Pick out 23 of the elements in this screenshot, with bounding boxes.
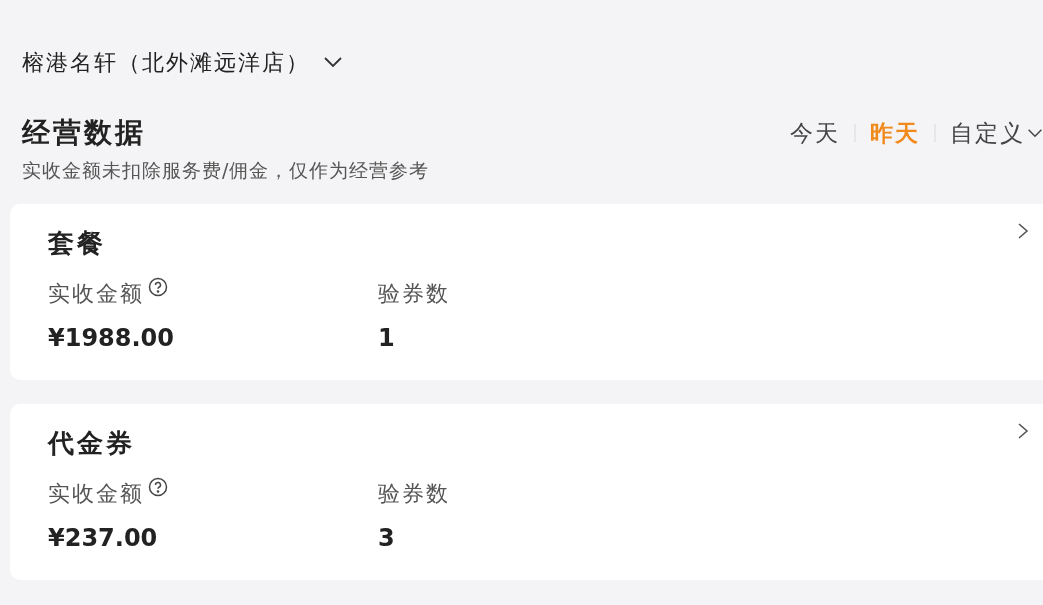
- period-tab[interactable]: 自定义: [950, 115, 1043, 151]
- store-name[interactable]: 榕港名轩（北外滩远洋店）: [22, 45, 310, 79]
- section-note: 实收金额未扣除服务费/佣金，仅作为经营参考: [21, 158, 431, 182]
- chevron-right-icon: [1017, 222, 1029, 240]
- section-title: 经营数据: [22, 115, 146, 151]
- metric-value: 3: [378, 523, 396, 554]
- metric-label: 验券数: [378, 480, 450, 508]
- caret-icon: [1027, 128, 1043, 138]
- card-title: 代金券: [48, 427, 135, 460]
- metric-value: ¥237.00: [48, 523, 159, 554]
- metric-label: 实收金额: [48, 280, 144, 308]
- summary-card[interactable]: 代金券 实收金额 ¥237.00 验券数 3: [10, 404, 1043, 580]
- card-title: 套餐: [48, 227, 106, 260]
- metric-value: ¥1988.00: [48, 323, 175, 354]
- summary-card[interactable]: 套餐 实收金额 ¥1988.00 验券数 1: [10, 204, 1043, 380]
- metric-label: 实收金额: [48, 480, 144, 508]
- help-icon[interactable]: [148, 477, 168, 497]
- metric-value: 1: [378, 323, 396, 354]
- help-icon[interactable]: [148, 277, 168, 297]
- dropdown-caret-icon: [322, 56, 344, 68]
- metric-label: 验券数: [378, 280, 450, 308]
- period-tab[interactable]: 今天: [790, 115, 840, 151]
- chevron-right-icon: [1017, 422, 1029, 440]
